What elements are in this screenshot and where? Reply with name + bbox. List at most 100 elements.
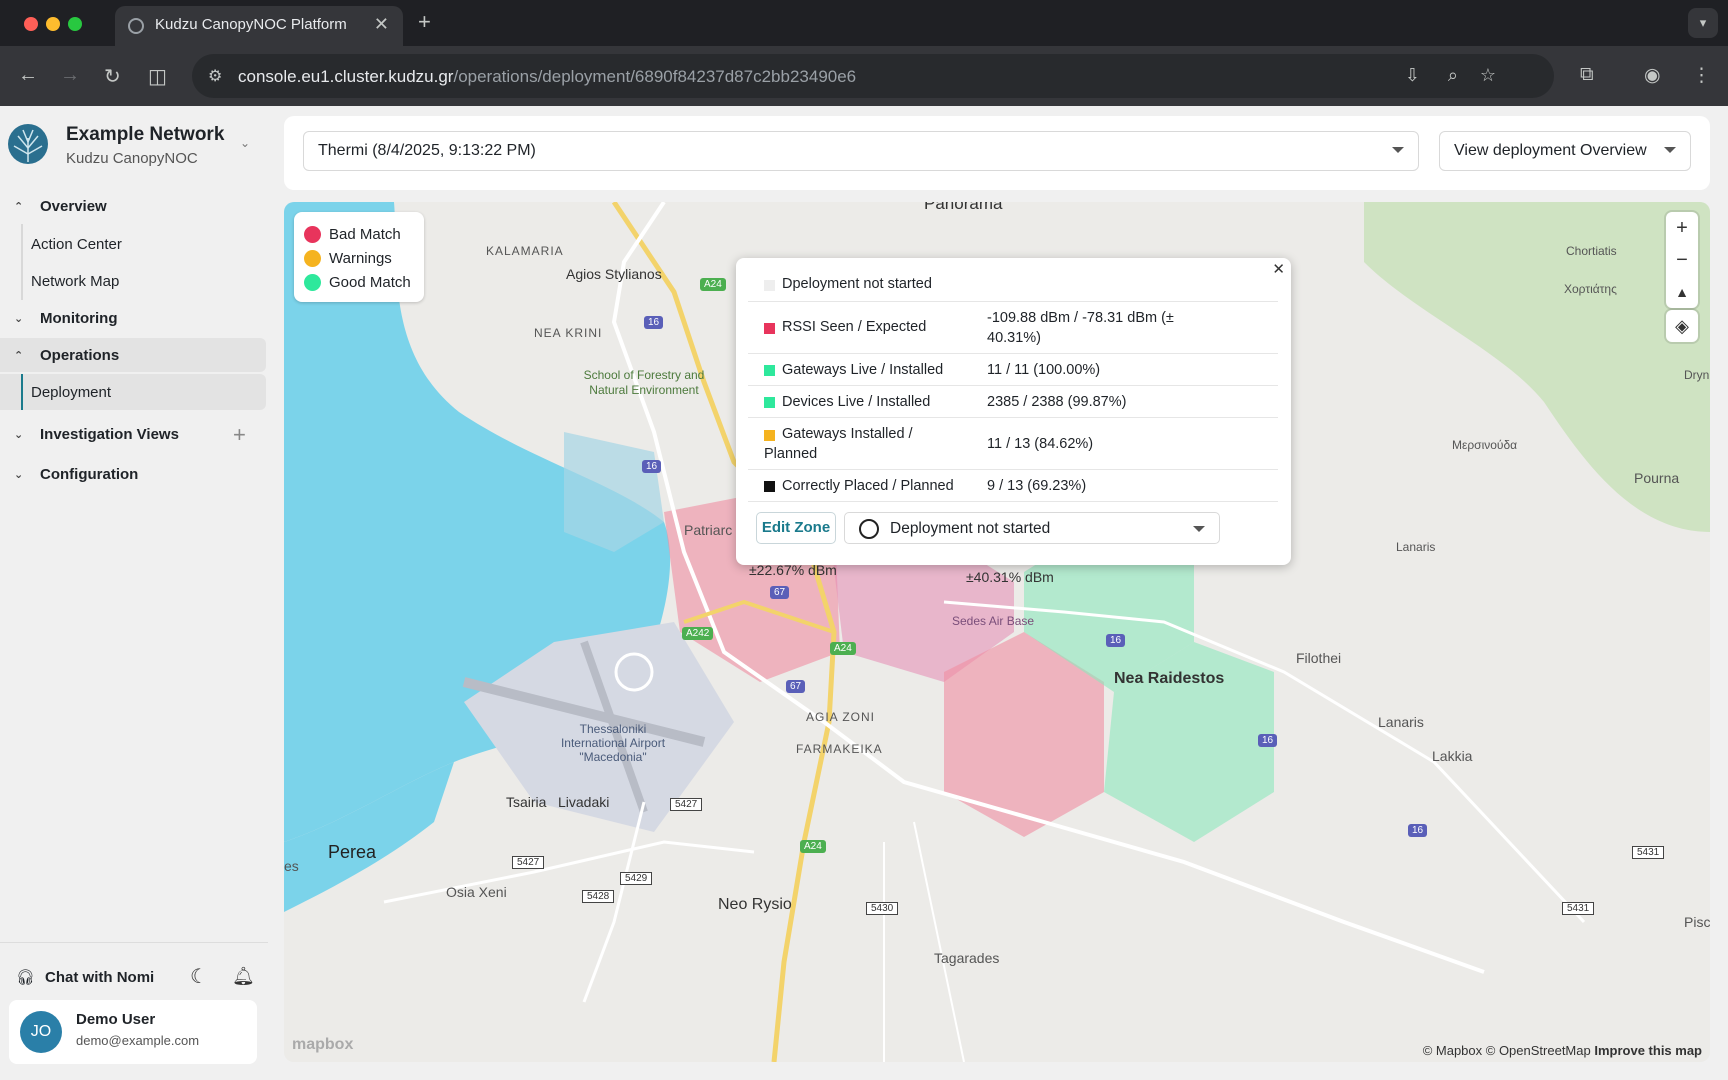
zoom-icon[interactable]: ⌕ — [1448, 65, 1458, 86]
tab-title: Kudzu CanopyNOC Platform — [155, 16, 347, 33]
nav-section-monitoring[interactable]: ⌄ Monitoring — [14, 310, 117, 327]
map-label-tagarades: Tagarades — [934, 950, 1000, 966]
zoom-out-button[interactable]: − — [1666, 244, 1698, 276]
map-label-farmakeika: FARMAKEIKA — [796, 742, 883, 756]
status-square-icon — [764, 323, 775, 334]
org-name[interactable]: Example Network — [66, 124, 224, 146]
forward-icon[interactable]: → — [60, 64, 80, 87]
chevron-down-icon: ⌄ — [14, 313, 24, 325]
zoom-in-button[interactable]: + — [1666, 212, 1698, 244]
road-shield-5430: 5430 — [866, 902, 899, 915]
app: Example Network Kudzu CanopyNOC ⌄ ⌃ Overv… — [0, 106, 1728, 1080]
road-shield-a24-2: A24 — [830, 642, 856, 655]
map-label-nea-krini: NEA KRINI — [534, 326, 603, 340]
nav-item-network-map[interactable]: Network Map — [31, 273, 119, 290]
map-label-es: es — [284, 858, 299, 874]
map-label-livadaki: Livadaki — [558, 794, 610, 810]
dropdown-caret-icon — [1664, 147, 1676, 153]
map-legend: Bad Match Warnings Good Match — [294, 212, 424, 302]
back-icon[interactable]: ← — [18, 64, 38, 87]
bookmark-star-icon[interactable]: ☆ — [1480, 65, 1496, 86]
nav-section-investigation-views[interactable]: ⌄ Investigation Views — [14, 426, 179, 443]
chevron-up-icon: ⌃ — [14, 201, 24, 213]
road-shield-16: 16 — [644, 316, 664, 329]
address-bar[interactable]: ⚙ console.eu1.cluster.kudzu.gr/operation… — [192, 54, 1554, 98]
popup-row-gateways-installed: Gateways Installed / Planned 11 / 13 (84… — [748, 418, 1278, 470]
road-shield-16-5: 16 — [1408, 824, 1428, 837]
popup-title: Dpeloyment not started — [782, 276, 932, 292]
map-label-patriarch: Patriarc — [684, 522, 733, 538]
road-shield-16-4: 16 — [1258, 734, 1278, 747]
maximize-window-button[interactable] — [68, 17, 82, 31]
user-name: Demo User — [76, 1011, 156, 1028]
improve-map-link[interactable]: Improve this map — [1594, 1043, 1702, 1058]
compass-reset-button[interactable]: ▲ — [1666, 276, 1698, 308]
org-logo-icon — [8, 124, 48, 164]
install-app-icon[interactable]: ⇩ — [1405, 65, 1420, 86]
browser-tab[interactable]: Kudzu CanopyNOC Platform ✕ — [115, 6, 403, 46]
map-label-mersinouda: Μερσινούδα — [1452, 438, 1518, 452]
tab-close-icon[interactable]: ✕ — [374, 14, 389, 35]
sidebar-divider — [0, 942, 268, 943]
zone-info-popup: ✕ Dpeloyment not started RSSI Seen / Exp… — [736, 258, 1291, 565]
legend-dot-bad — [304, 226, 321, 243]
profile-icon[interactable]: ◉ — [1644, 64, 1661, 87]
close-window-button[interactable] — [24, 17, 38, 31]
nav-section-operations[interactable]: ⌃ Operations — [14, 347, 119, 364]
org-switch-chevron-icon[interactable]: ⌄ — [240, 136, 250, 150]
map-label-nea-raidestos: Nea Raidestos — [1114, 670, 1225, 687]
nav-item-action-center[interactable]: Action Center — [31, 236, 122, 253]
sidebar: Example Network Kudzu CanopyNOC ⌄ ⌃ Overv… — [0, 106, 268, 1080]
road-shield-16-3: 16 — [1106, 634, 1126, 647]
active-indicator — [21, 374, 23, 410]
extensions-icon[interactable]: ⧉ — [1580, 64, 1594, 86]
map-canvas[interactable]: Panorama KALAMARIA Agios Stylianos NEA K… — [284, 202, 1710, 1062]
reload-icon[interactable]: ↻ — [104, 64, 121, 89]
road-shield-67-2: 67 — [786, 680, 806, 693]
road-shield-5431-2: 5431 — [1562, 902, 1595, 915]
map-label-perea: Perea — [328, 842, 377, 862]
zone-hex-2-label: ±40.31% dBm — [966, 569, 1054, 585]
map-label-lanaris-2: Lanaris — [1396, 540, 1436, 554]
chat-with-nomi-button[interactable]: 🎧︎ Chat with Nomi — [16, 968, 154, 987]
new-tab-button[interactable]: + — [418, 9, 431, 35]
dropdown-caret-icon — [1193, 526, 1205, 532]
layers-button[interactable]: ◈ — [1666, 310, 1698, 342]
road-shield-a24: A24 — [700, 278, 726, 291]
add-view-plus-icon[interactable]: + — [233, 422, 246, 448]
popup-row-rssi: RSSI Seen / Expected -109.88 dBm / -78.3… — [748, 302, 1278, 354]
nav-section-configuration[interactable]: ⌄ Configuration — [14, 466, 138, 483]
dark-mode-moon-icon[interactable]: ☾ — [190, 964, 208, 989]
map-label-tsairia: Tsairia — [506, 794, 547, 810]
map-label-osia-xeni: Osia Xeni — [446, 884, 507, 900]
mapbox-logo[interactable]: mapbox — [292, 1036, 353, 1054]
map-attribution[interactable]: © Mapbox © OpenStreetMap Improve this ma… — [1423, 1043, 1702, 1058]
road-shield-5431: 5431 — [1632, 846, 1665, 859]
map-label-chortiatis: Chortiatis — [1566, 244, 1617, 258]
site-info-icon[interactable]: ⚙ — [208, 66, 222, 86]
road-shield-a24-3: A24 — [800, 840, 826, 853]
view-deployment-overview-button[interactable]: View deployment Overview — [1439, 131, 1691, 171]
user-email: demo@example.com — [76, 1033, 200, 1048]
road-shield-5427-2: 5427 — [512, 856, 545, 869]
notifications-bell-icon[interactable]: 🔔︎ — [232, 966, 255, 987]
chevron-up-icon: ⌃ — [14, 350, 24, 362]
status-square-icon — [764, 397, 775, 408]
nav-item-deployment[interactable]: Deployment — [31, 384, 111, 401]
popup-row-gateways-live: Gateways Live / Installed 11 / 11 (100.0… — [748, 354, 1278, 386]
deployment-status-select[interactable]: Deployment not started — [844, 512, 1220, 544]
zone-select[interactable]: Thermi (8/4/2025, 9:13:22 PM) — [303, 131, 1419, 171]
user-card[interactable]: JO Demo User demo@example.com — [9, 1000, 257, 1064]
minimize-window-button[interactable] — [46, 17, 60, 31]
map-label-chortiatis-greek: Χορτιάτης — [1564, 282, 1617, 296]
edit-zone-button[interactable]: Edit Zone — [756, 512, 836, 544]
split-view-icon[interactable]: ◫ — [148, 64, 167, 89]
browser-tab-bar: Kudzu CanopyNOC Platform ✕ + ▾ — [0, 0, 1728, 46]
menu-dots-icon[interactable]: ⋮ — [1692, 64, 1711, 87]
nav-section-overview[interactable]: ⌃ Overview — [14, 198, 107, 215]
legend-item-bad: Bad Match — [304, 226, 401, 243]
header-card: Thermi (8/4/2025, 9:13:22 PM) View deplo… — [284, 116, 1710, 190]
tab-search-button[interactable]: ▾ — [1688, 8, 1718, 38]
map-label-neo-rysio: Neo Rysio — [718, 896, 792, 913]
chevron-down-icon: ⌄ — [14, 469, 24, 481]
